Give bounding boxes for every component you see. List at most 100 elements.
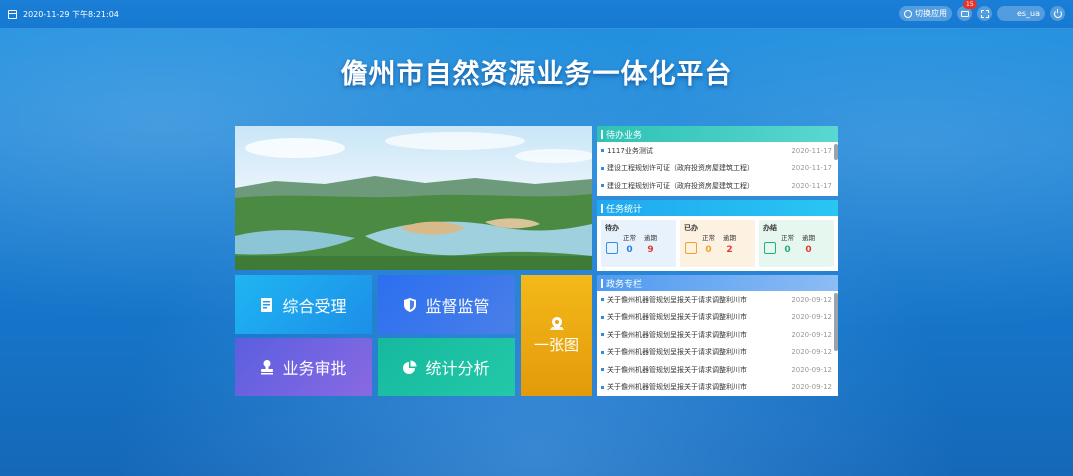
tile-statistical-analysis[interactable]: 统计分析	[378, 338, 515, 396]
hero-aerial-image	[235, 126, 592, 270]
stat-values: 正常 0 逾期 0	[781, 232, 815, 255]
item-title: 关于儋州机器管规划呈报关于请求调整利川市	[607, 313, 747, 322]
clock-doc-icon	[606, 242, 618, 254]
normal-col: 正常 0	[702, 232, 715, 255]
calendar-icon	[8, 10, 17, 19]
tile-business-approval[interactable]: 业务审批	[235, 338, 372, 396]
panel-title: 待办业务	[606, 130, 643, 141]
item-title: 1117业务测试	[607, 146, 653, 155]
list-item[interactable]: 关于儋州机器管规划呈报关于请求调整利川市 2020-09-12	[601, 361, 832, 379]
scrollbar[interactable]	[834, 293, 838, 351]
stat-card-todo[interactable]: 待办 正常 0 逾期 9	[601, 220, 676, 267]
item-date: 2020-09-12	[791, 295, 832, 304]
tile-label: 综合受理	[282, 296, 347, 316]
bullet	[601, 368, 604, 372]
item-date: 2020-11-17	[791, 146, 832, 155]
panel-title: 任务统计	[606, 204, 643, 215]
item-title: 关于儋州机器管规划呈报关于请求调整利川市	[607, 365, 747, 374]
bullet	[601, 385, 604, 389]
fullscreen-icon	[980, 9, 989, 18]
list-item[interactable]: 1117业务测试 2020-11-17	[601, 142, 832, 160]
logout-button[interactable]	[1050, 6, 1065, 21]
bullet	[601, 315, 604, 319]
item-title: 建设工程规划许可证（政府投资房屋建筑工程）	[607, 181, 754, 190]
list-item[interactable]: 关于儋州机器管规划呈报关于请求调整利川市 2020-09-12	[601, 291, 832, 309]
task-stats-panel: 任务统计 待办 正常 0 逾期 9 已办 正常 0 逾期 2 办结 正常 0 逾…	[597, 200, 838, 271]
item-date: 2020-09-12	[791, 365, 832, 374]
pie-chart-icon	[403, 360, 417, 374]
overdue-count: 9	[647, 245, 654, 255]
overdue-label: 逾期	[723, 234, 736, 242]
list-item[interactable]: 关于儋州机器管规划呈报关于请求调整利川市 2020-09-12	[601, 326, 832, 344]
list-item[interactable]: 关于儋州机器管规划呈报关于请求调整利川市 2020-09-12	[601, 309, 832, 327]
stat-card-done[interactable]: 已办 正常 0 逾期 2	[680, 220, 755, 267]
tile-label: 一张图	[533, 336, 579, 354]
top-bar: 2020-11-29 下午8:21:04 切换应用 15 es_ua	[0, 0, 1073, 29]
bullet	[601, 333, 604, 337]
top-actions: 切换应用 15 es_ua	[899, 0, 1065, 21]
overdue-col: 逾期 0	[802, 232, 815, 255]
switch-app-button[interactable]: 切换应用	[899, 6, 952, 21]
stat-card-completed[interactable]: 办结 正常 0 逾期 0	[759, 220, 834, 267]
list-item[interactable]: 建设工程规划许可证（政府投资房屋建筑工程） 2020-11-17	[601, 160, 832, 178]
shield-icon	[404, 297, 417, 312]
tile-label: 业务审批	[282, 359, 347, 378]
panel-title: 政务专栏	[606, 279, 643, 290]
item-title: 关于儋州机器管规划呈报关于请求调整利川市	[607, 348, 747, 357]
user-menu[interactable]: es_ua	[997, 6, 1045, 21]
normal-count: 0	[626, 245, 633, 255]
bullet	[601, 166, 604, 170]
item-title: 关于儋州机器管规划呈报关于请求调整利川市	[607, 383, 747, 392]
datetime-text: 2020-11-29 下午8:21:04	[23, 10, 119, 19]
map-pin-icon	[549, 317, 564, 330]
gov-list: 关于儋州机器管规划呈报关于请求调整利川市 2020-09-12 关于儋州机器管规…	[597, 291, 838, 396]
page-title: 儋州市自然资源业务一体化平台	[340, 59, 733, 90]
overdue-col: 逾期 2	[723, 232, 736, 255]
item-date: 2020-09-12	[791, 330, 832, 339]
document-icon	[261, 297, 273, 312]
stat-values: 正常 0 逾期 2	[702, 232, 736, 255]
fullscreen-button[interactable]	[977, 6, 992, 21]
tile-label: 统计分析	[425, 359, 490, 378]
header-bar	[601, 278, 603, 288]
item-date: 2020-09-12	[791, 383, 832, 392]
header-bar	[601, 203, 603, 213]
scrollbar[interactable]	[834, 144, 838, 160]
mail-icon	[960, 10, 969, 17]
bullet	[601, 298, 604, 302]
normal-col: 正常 0	[781, 232, 794, 255]
panel-header: 政务专栏	[597, 275, 838, 291]
list-item[interactable]: 关于儋州机器管规划呈报关于请求调整利川市 2020-09-12	[601, 344, 832, 362]
list-item[interactable]: 建设工程规划许可证（政府投资房屋建筑工程） 2020-11-17	[601, 177, 832, 195]
normal-label: 正常	[623, 234, 636, 242]
landscape-illustration	[235, 126, 592, 270]
bullet	[601, 149, 604, 153]
switch-icon	[904, 9, 912, 18]
item-date: 2020-11-17	[791, 181, 832, 190]
tile-label: 监督监管	[425, 296, 490, 316]
overdue-col: 逾期 9	[644, 232, 657, 255]
item-title: 关于儋州机器管规划呈报关于请求调整利川市	[607, 295, 747, 304]
normal-count: 0	[784, 245, 791, 255]
normal-col: 正常 0	[623, 232, 636, 255]
edit-doc-icon	[764, 242, 776, 254]
bullet	[601, 184, 604, 188]
item-date: 2020-09-12	[791, 313, 832, 322]
switch-app-label: 切换应用	[915, 9, 947, 18]
overdue-count: 0	[805, 245, 812, 255]
username: es_ua	[1016, 9, 1040, 18]
normal-count: 0	[705, 245, 712, 255]
tile-supervision[interactable]: 监督监管	[378, 275, 515, 334]
bullet	[601, 350, 604, 354]
list-item[interactable]: 关于儋州机器管规划呈报关于请求调整利川市 2020-09-12	[601, 379, 832, 397]
messages-button[interactable]: 15	[957, 0, 977, 21]
overdue-label: 逾期	[802, 234, 815, 242]
power-icon	[1053, 8, 1062, 18]
todo-list: 1117业务测试 2020-11-17 建设工程规划许可证（政府投资房屋建筑工程…	[597, 142, 838, 195]
tile-one-map[interactable]: 一张图	[521, 275, 592, 396]
stats-cards: 待办 正常 0 逾期 9 已办 正常 0 逾期 2 办结 正常 0 逾期 0	[597, 216, 838, 271]
item-date: 2020-09-12	[791, 348, 832, 357]
tile-comprehensive-acceptance[interactable]: 综合受理	[235, 275, 372, 334]
normal-label: 正常	[702, 234, 715, 242]
overdue-count: 2	[726, 245, 733, 255]
